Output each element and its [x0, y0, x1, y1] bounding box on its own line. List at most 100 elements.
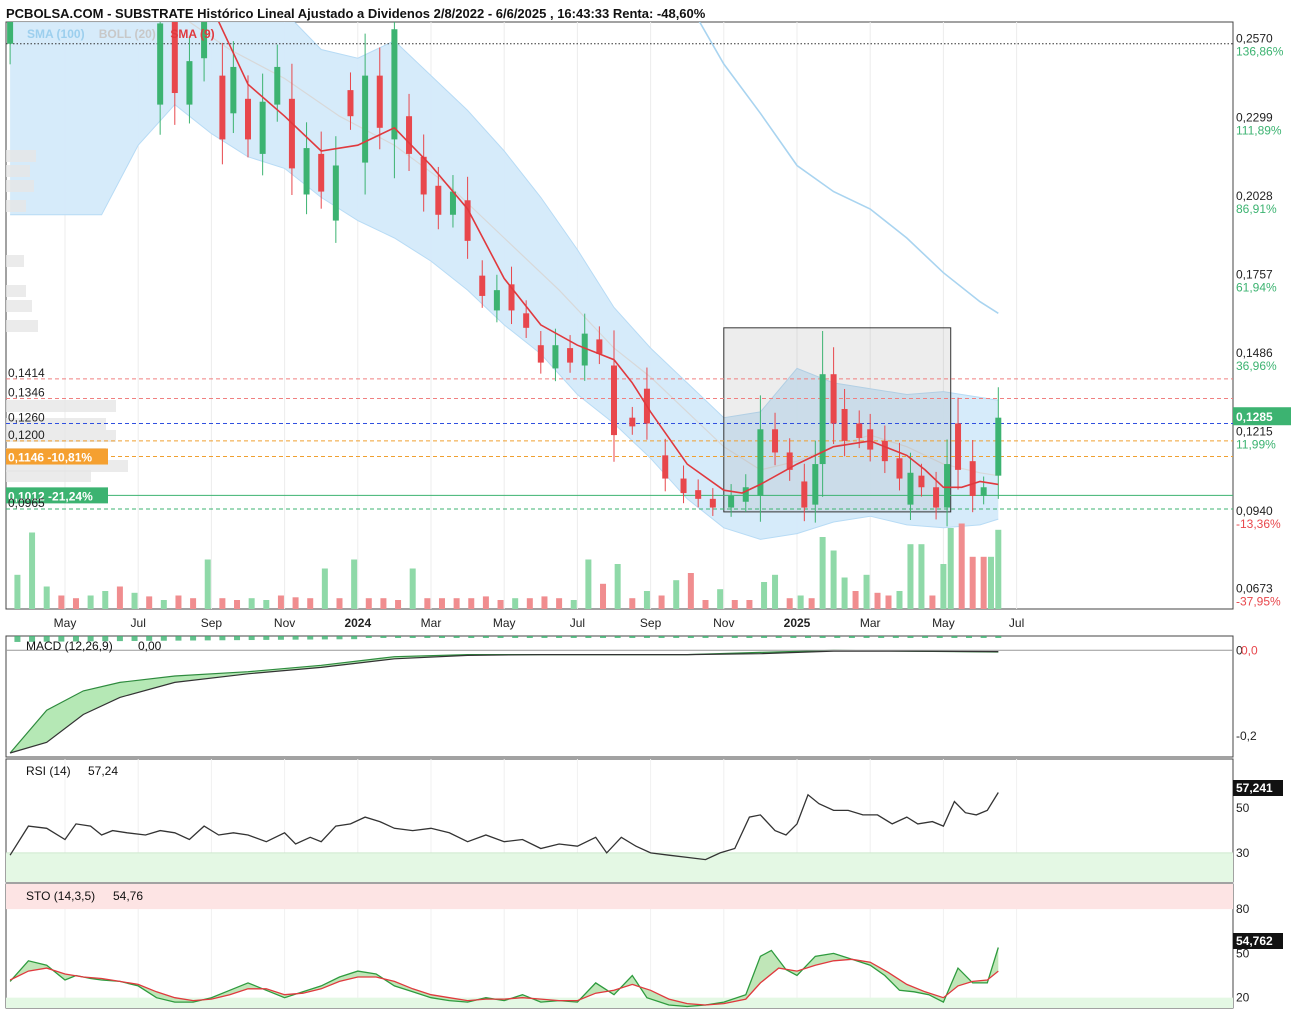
- rsi-label: RSI (14): [26, 764, 71, 778]
- volume-bar: [219, 598, 226, 609]
- sto-overbought-zone: [6, 884, 1233, 910]
- macd-histogram-bar: [131, 636, 138, 641]
- legend-item: BOLL (20): [99, 27, 156, 41]
- candle-body: [186, 61, 193, 105]
- candle-body: [362, 75, 369, 163]
- right-axis-price-label: 0,0940: [1236, 504, 1273, 518]
- volume-profile-bar: [6, 320, 38, 332]
- volume-bar: [380, 598, 387, 609]
- macd-histogram-bar: [819, 636, 826, 638]
- volume-bar: [87, 595, 94, 609]
- right-axis-pct-label: -13,36%: [1236, 517, 1281, 531]
- candle-body: [933, 487, 940, 508]
- volume-profile-bar: [6, 285, 26, 297]
- legend-item: SMA (100): [27, 27, 85, 41]
- x-axis-tick-label: Nov: [713, 616, 734, 630]
- volume-bar: [351, 559, 358, 609]
- volume-bar: [160, 600, 167, 609]
- volume-bar: [863, 574, 870, 609]
- macd-histogram-bar: [892, 636, 899, 638]
- right-axis-pct-label: 136,86%: [1236, 45, 1284, 59]
- macd-histogram-bar: [951, 636, 958, 638]
- volume-bar: [365, 598, 372, 609]
- right-axis-price-label: 0,1215: [1236, 425, 1273, 439]
- candle-body: [881, 440, 888, 462]
- candle-body: [995, 417, 1002, 476]
- volume-bar: [321, 568, 328, 609]
- macd-histogram-bar: [424, 636, 431, 638]
- volume-bar: [512, 598, 519, 609]
- macd-histogram-bar: [292, 636, 299, 640]
- macd-histogram-bar: [995, 636, 1002, 638]
- volume-bar: [761, 582, 768, 609]
- volume-bar: [830, 550, 837, 609]
- right-axis-pct-label: 11,99%: [1236, 438, 1276, 452]
- x-axis-tick-label: May: [493, 616, 516, 630]
- sto-current-label: 54,762: [1236, 934, 1273, 948]
- macd-histogram-bar: [438, 636, 445, 638]
- sto-label: STO (14,3,5): [26, 889, 95, 903]
- right-axis-pct-label: 86,91%: [1236, 202, 1277, 216]
- macd-histogram-bar: [687, 636, 694, 638]
- rsi-oversold-zone: [6, 852, 1233, 882]
- volume-bar: [29, 532, 36, 609]
- volume-bar: [995, 529, 1002, 609]
- volume-bar: [585, 559, 592, 609]
- volume-bar: [131, 592, 138, 609]
- candle-body: [406, 116, 413, 154]
- macd-histogram-bar: [702, 636, 709, 638]
- volume-bar: [907, 544, 914, 609]
- macd-histogram-bar: [526, 636, 533, 638]
- right-axis-price-label: 0,1757: [1236, 267, 1273, 281]
- right-axis-price-label: 0,2028: [1236, 189, 1273, 203]
- right-axis-pct-label: 61,94%: [1236, 280, 1277, 294]
- candle-body: [969, 461, 976, 496]
- x-axis-tick-label: Sep: [640, 616, 662, 630]
- x-axis-tick-label: 2025: [784, 616, 811, 630]
- chart-svg: SMA (100) BOLL (20) SMA (9) 0,2570136,86% 0,…: [5, 21, 1291, 1009]
- candle-body: [980, 487, 987, 496]
- volume-bar: [958, 523, 965, 609]
- candle-body: [171, 22, 178, 94]
- candle-body: [391, 29, 398, 140]
- volume-bar: [874, 592, 881, 609]
- volume-bar: [969, 556, 976, 609]
- volume-bar: [482, 596, 489, 609]
- volume-bar: [841, 577, 848, 609]
- volume-bar: [929, 595, 936, 609]
- volume-bar: [570, 600, 577, 609]
- candle-body: [830, 374, 837, 424]
- candle-body: [537, 345, 544, 363]
- candle-body: [695, 490, 702, 499]
- volume-bar: [307, 598, 314, 609]
- macd-histogram-bar: [116, 636, 123, 642]
- legend-item: SMA (9): [170, 27, 214, 41]
- volume-bar: [58, 595, 65, 609]
- volume-bar: [395, 600, 402, 609]
- sto-axis-label: 80: [1236, 902, 1250, 916]
- candle-body: [662, 455, 669, 479]
- volume-bar: [797, 595, 804, 609]
- volume-bar: [717, 589, 724, 609]
- macd-histogram-bar: [658, 636, 665, 638]
- volume-profile-bar: [6, 300, 32, 312]
- volume-profile-bar: [6, 165, 30, 177]
- macd-signal-line: [9, 650, 999, 754]
- macd-histogram-bar: [409, 636, 416, 638]
- macd-histogram-bar: [761, 636, 768, 638]
- volume-bar: [248, 598, 255, 609]
- macd-histogram-bar: [980, 636, 987, 638]
- volume-bar: [541, 596, 548, 609]
- volume-bar: [896, 591, 903, 609]
- level-label: 0,1414: [8, 366, 45, 380]
- x-axis-tick-label: Mar: [860, 616, 881, 630]
- right-axis-price-label: 0,2299: [1236, 110, 1273, 124]
- macd-histogram-bar: [248, 636, 255, 641]
- macd-current-label: 0,0: [1241, 643, 1258, 657]
- macd-histogram-bar: [541, 636, 548, 638]
- candle-body: [567, 348, 574, 363]
- level-label: 0,1346: [8, 386, 45, 400]
- volume-bar: [918, 544, 925, 609]
- volume-bar: [614, 564, 621, 609]
- candle-body: [288, 98, 295, 169]
